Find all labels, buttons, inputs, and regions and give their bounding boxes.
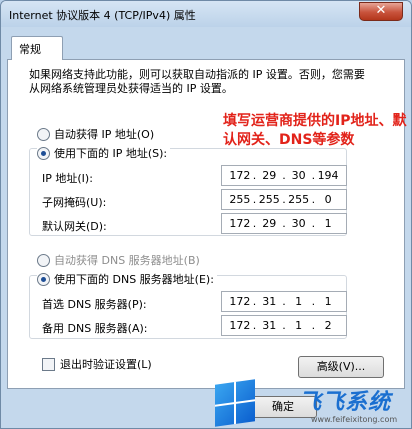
octet-dot: .: [282, 169, 286, 182]
ip-auto-label: 自动获得 IP 地址(O): [54, 128, 155, 141]
octet: 2: [324, 319, 332, 332]
subnet-mask-input[interactable]: 255. 255. 255. 0: [221, 189, 347, 210]
dialog-window: Internet 协议版本 4 (TCP/IPv4) 属性 ✕ 常规 如果网络支…: [0, 0, 412, 429]
octet: 172: [229, 319, 251, 332]
ip-auto-radio[interactable]: 自动获得 IP 地址(O): [37, 126, 154, 142]
tab-general[interactable]: 常规: [11, 36, 63, 60]
dns-auto-radio[interactable]: 自动获得 DNS 服务器地址(B): [37, 252, 200, 268]
octet: 1: [324, 217, 332, 230]
description-text: 如果网络支持此功能，则可以获取自动指派的 IP 设置。否则，您需要从网络系统管理…: [29, 68, 365, 95]
advanced-button[interactable]: 高级(V)...: [298, 356, 384, 378]
octet-dot: .: [252, 169, 257, 182]
octet-dot: .: [282, 217, 286, 230]
octet: 31: [262, 295, 277, 308]
octet: 255: [288, 193, 310, 206]
checkbox-icon: [42, 357, 55, 371]
octet: 1: [295, 295, 303, 308]
alternate-dns-input[interactable]: 172. 31. 1. 2: [221, 315, 347, 336]
octet: 172: [229, 295, 251, 308]
octet-dot: .: [252, 319, 257, 332]
radio-on-icon: [37, 146, 50, 160]
dns-auto-label: 自动获得 DNS 服务器地址(B): [54, 254, 200, 267]
octet-dot: .: [252, 295, 257, 308]
octet-dot: .: [311, 295, 316, 308]
window-title: Internet 协议版本 4 (TCP/IPv4) 属性: [9, 9, 196, 22]
close-button[interactable]: ✕: [359, 2, 403, 21]
octet-dot: .: [311, 169, 316, 182]
gateway-label: 默认网关(D):: [42, 220, 107, 233]
ip-address-label: IP 地址(I):: [42, 172, 93, 185]
octet: 29: [262, 217, 277, 230]
radio-off-icon: [37, 253, 50, 267]
octet-dot: .: [282, 193, 286, 206]
ip-manual-label: 使用下面的 IP 地址(S):: [54, 147, 168, 160]
annotation-text: 填写运营商提供的IP地址、默认网关、DNS等参数: [223, 113, 407, 148]
watermark-url: www.feifeixitong.com: [311, 415, 398, 424]
octet: 30: [291, 169, 306, 182]
radio-on-icon: [37, 272, 50, 286]
ip-address-input[interactable]: 172. 29. 30. 194: [221, 165, 347, 186]
octet: 255: [258, 193, 280, 206]
watermark-text: 飞飞系统: [299, 390, 392, 415]
octet-dot: .: [252, 193, 257, 206]
octet-dot: .: [252, 217, 257, 230]
radio-off-icon: [37, 127, 50, 141]
octet-dot: .: [311, 319, 316, 332]
octet-dot: .: [282, 295, 286, 308]
octet: 194: [317, 169, 339, 182]
gateway-input[interactable]: 172. 29. 30. 1: [221, 213, 347, 234]
general-panel: 如果网络支持此功能，则可以获取自动指派的 IP 设置。否则，您需要从网络系统管理…: [7, 59, 407, 389]
validate-label: 退出时验证设置(L): [60, 358, 152, 371]
octet-dot: .: [311, 217, 316, 230]
octet: 0: [324, 193, 332, 206]
octet-dot: .: [282, 319, 286, 332]
octet: 1: [324, 295, 332, 308]
watermark: 飞飞系统 www.feifeixitong.com: [215, 379, 411, 428]
octet: 255: [229, 193, 251, 206]
octet: 1: [295, 319, 303, 332]
octet: 30: [291, 217, 306, 230]
windows-logo-icon: [215, 379, 255, 427]
octet: 29: [262, 169, 277, 182]
preferred-dns-label: 首选 DNS 服务器(P):: [42, 298, 147, 311]
preferred-dns-input[interactable]: 172. 31. 1. 1: [221, 291, 347, 312]
title-bar[interactable]: Internet 协议版本 4 (TCP/IPv4) 属性 ✕: [1, 1, 411, 27]
dns-manual-label: 使用下面的 DNS 服务器地址(E):: [54, 273, 214, 286]
octet: 172: [229, 169, 251, 182]
ip-manual-radio[interactable]: 使用下面的 IP 地址(S):: [37, 145, 171, 161]
dns-manual-radio[interactable]: 使用下面的 DNS 服务器地址(E):: [37, 271, 217, 287]
octet-dot: .: [311, 193, 316, 206]
octet: 31: [262, 319, 277, 332]
octet: 172: [229, 217, 251, 230]
subnet-mask-label: 子网掩码(U):: [42, 196, 107, 209]
validate-checkbox[interactable]: 退出时验证设置(L): [42, 356, 152, 372]
alternate-dns-label: 备用 DNS 服务器(A):: [42, 322, 148, 335]
